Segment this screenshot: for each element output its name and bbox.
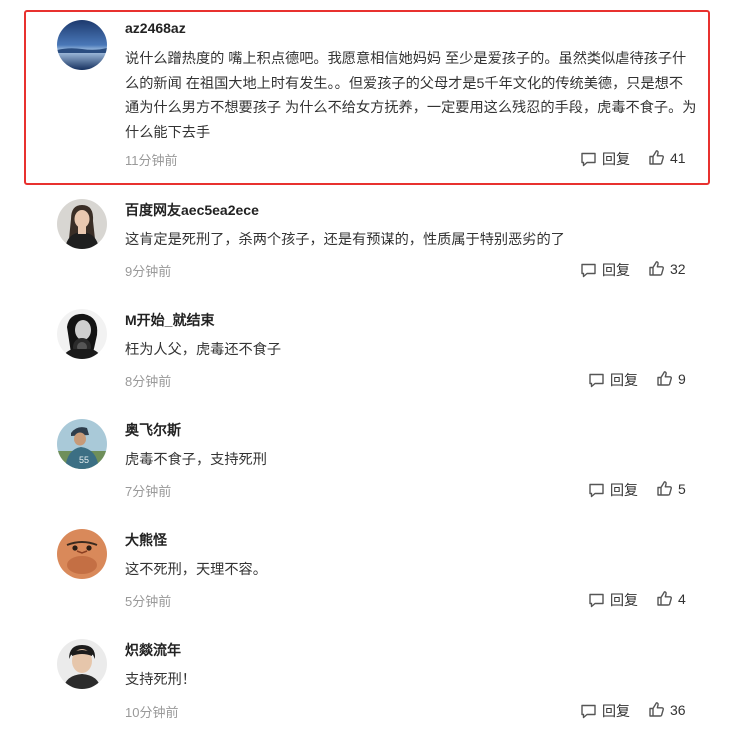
avatar[interactable] [57,199,107,249]
username[interactable]: az2468az [125,20,186,36]
svg-text:55: 55 [79,455,89,465]
username[interactable]: M开始_就结束 [125,310,214,330]
reply-button[interactable]: 回复 [580,260,630,280]
reply-button[interactable]: 回复 [580,701,630,721]
like-button[interactable]: 36 [648,701,686,718]
timestamp: 8分钟前 [125,374,172,389]
reply-button[interactable]: 回复 [588,370,638,390]
comment-content: 支持死刑！ [125,672,196,688]
avatar[interactable] [57,20,107,70]
reply-label: 回复 [602,703,630,719]
timestamp: 5分钟前 [125,594,172,609]
like-count: 36 [670,701,686,718]
like-button[interactable]: 41 [648,149,686,166]
comment-content: 说什么蹭热度的 嘴上积点德吧。我愿意相信她妈妈 至少是爱孩子的。虽然类似虐待孩子… [125,51,697,141]
avatar[interactable]: 55 [57,419,107,469]
comment-bubble-icon [589,373,604,387]
reply-label: 回复 [602,151,630,167]
like-button[interactable]: 9 [656,370,686,387]
reply-label: 回复 [610,592,638,608]
username[interactable]: 大熊怪 [125,530,167,550]
username[interactable]: 奥飞尔斯 [125,420,181,440]
like-count: 41 [670,149,686,166]
avatar[interactable] [57,309,107,359]
like-count: 9 [678,370,686,387]
comment-content: 这不死刑，天理不容。 [125,562,267,578]
like-count: 5 [678,480,686,497]
like-button[interactable]: 4 [656,590,686,607]
reply-button[interactable]: 回复 [588,480,638,500]
like-count: 4 [678,590,686,607]
comment-content: 枉为人父，虎毒还不食子 [125,342,282,358]
avatar[interactable] [57,639,107,689]
reply-label: 回复 [610,372,638,388]
comment-bubble-icon [581,152,596,166]
reply-label: 回复 [602,262,630,278]
like-count: 32 [670,260,686,277]
thumbs-up-icon [657,481,672,496]
thumbs-up-icon [649,150,664,165]
timestamp: 11分钟前 [125,153,178,168]
comment-content: 虎毒不食子，支持死刑 [125,452,267,468]
like-button[interactable]: 5 [656,480,686,497]
thumbs-up-icon [657,371,672,386]
comment-bubble-icon [581,263,596,277]
timestamp: 9分钟前 [125,264,172,279]
comment-bubble-icon [581,704,596,718]
thumbs-up-icon [649,261,664,276]
thumbs-up-icon [657,591,672,606]
username[interactable]: 百度网友aec5ea2ece [125,200,259,220]
reply-label: 回复 [610,482,638,498]
avatar[interactable] [57,529,107,579]
username[interactable]: 炽燚流年 [125,640,181,660]
timestamp: 7分钟前 [125,484,172,499]
comment-bubble-icon [589,593,604,607]
comment-content: 这肯定是死刑了，杀两个孩子，还是有预谋的，性质属于特别恶劣的了 [125,232,565,248]
comment-bubble-icon [589,483,604,497]
like-button[interactable]: 32 [648,260,686,277]
timestamp: 10分钟前 [125,705,179,720]
thumbs-up-icon [649,702,664,717]
reply-button[interactable]: 回复 [580,149,630,169]
reply-button[interactable]: 回复 [588,590,638,610]
